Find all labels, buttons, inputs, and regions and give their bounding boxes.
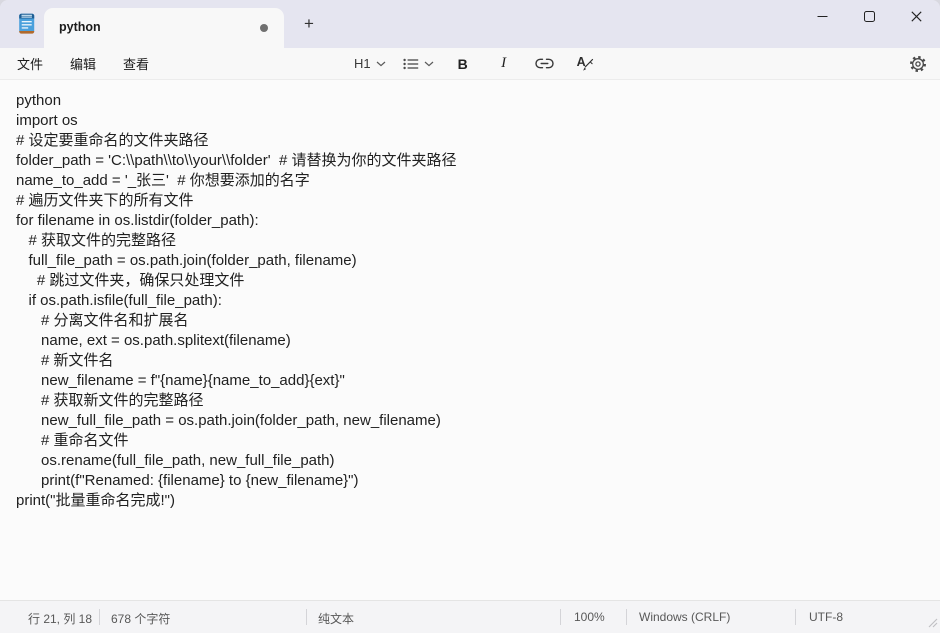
status-divider	[795, 609, 796, 625]
unsaved-dot-icon[interactable]	[260, 24, 268, 32]
maximize-button[interactable]	[846, 0, 893, 32]
status-divider	[99, 609, 100, 625]
close-icon	[911, 10, 922, 22]
line-endings: Windows (CRLF)	[639, 610, 731, 624]
tab-title: python	[59, 20, 101, 34]
minimize-button[interactable]	[799, 0, 846, 32]
minimize-icon	[817, 15, 828, 17]
caption-buttons	[799, 0, 940, 32]
close-button[interactable]	[893, 0, 940, 32]
maximize-icon	[864, 10, 875, 22]
chevron-down-icon	[424, 61, 434, 66]
gear-icon	[909, 55, 927, 73]
character-count: 678 个字符	[111, 612, 171, 626]
status-divider	[626, 609, 627, 625]
tab-python[interactable]: python	[44, 8, 284, 48]
titlebar[interactable]: python +	[0, 0, 940, 48]
italic-button[interactable]: I	[488, 52, 520, 76]
menu-view[interactable]: 查看	[113, 50, 159, 77]
menubar: 文件 编辑 查看 H1 B I A	[0, 48, 940, 80]
status-divider	[306, 609, 307, 625]
heading-label: H1	[354, 56, 371, 71]
editor-text[interactable]: python import os # 设定要重命名的文件夹路径 folder_p…	[0, 80, 940, 511]
notepad-window: python + 文件 编辑 查看 H1 B I A python import…	[0, 0, 940, 633]
editor-area[interactable]: python import os # 设定要重命名的文件夹路径 folder_p…	[0, 80, 940, 601]
formatting-toolbar: H1 B I A	[350, 48, 602, 79]
menu-edit[interactable]: 编辑	[60, 50, 106, 77]
menu-file[interactable]: 文件	[7, 50, 53, 77]
status-divider	[560, 609, 561, 625]
chevron-down-icon	[376, 61, 386, 66]
zoom-level[interactable]: 100%	[574, 610, 605, 624]
italic-label: I	[501, 55, 507, 71]
settings-button[interactable]	[909, 55, 927, 73]
bold-label: B	[457, 55, 468, 72]
menus: 文件 编辑 查看	[7, 48, 166, 79]
document-type: 纯文本	[318, 612, 355, 626]
cursor-position: 行 21, 列 18	[28, 612, 93, 626]
new-tab-button[interactable]: +	[297, 12, 321, 36]
insert-link-button[interactable]	[529, 52, 561, 76]
bullet-list-icon	[403, 58, 418, 69]
notepad-icon	[14, 11, 39, 36]
encoding: UTF-8	[809, 610, 843, 624]
list-style-button[interactable]	[399, 52, 438, 76]
resize-grip[interactable]	[926, 616, 938, 631]
statusbar: 行 21, 列 18 678 个字符 纯文本 100% Windows (CRL…	[0, 600, 940, 633]
bold-button[interactable]: B	[447, 52, 479, 76]
link-icon	[535, 58, 554, 69]
clear-formatting-button[interactable]: A	[570, 52, 602, 76]
clear-formatting-icon: A	[576, 55, 596, 73]
heading-style-button[interactable]: H1	[350, 52, 390, 76]
